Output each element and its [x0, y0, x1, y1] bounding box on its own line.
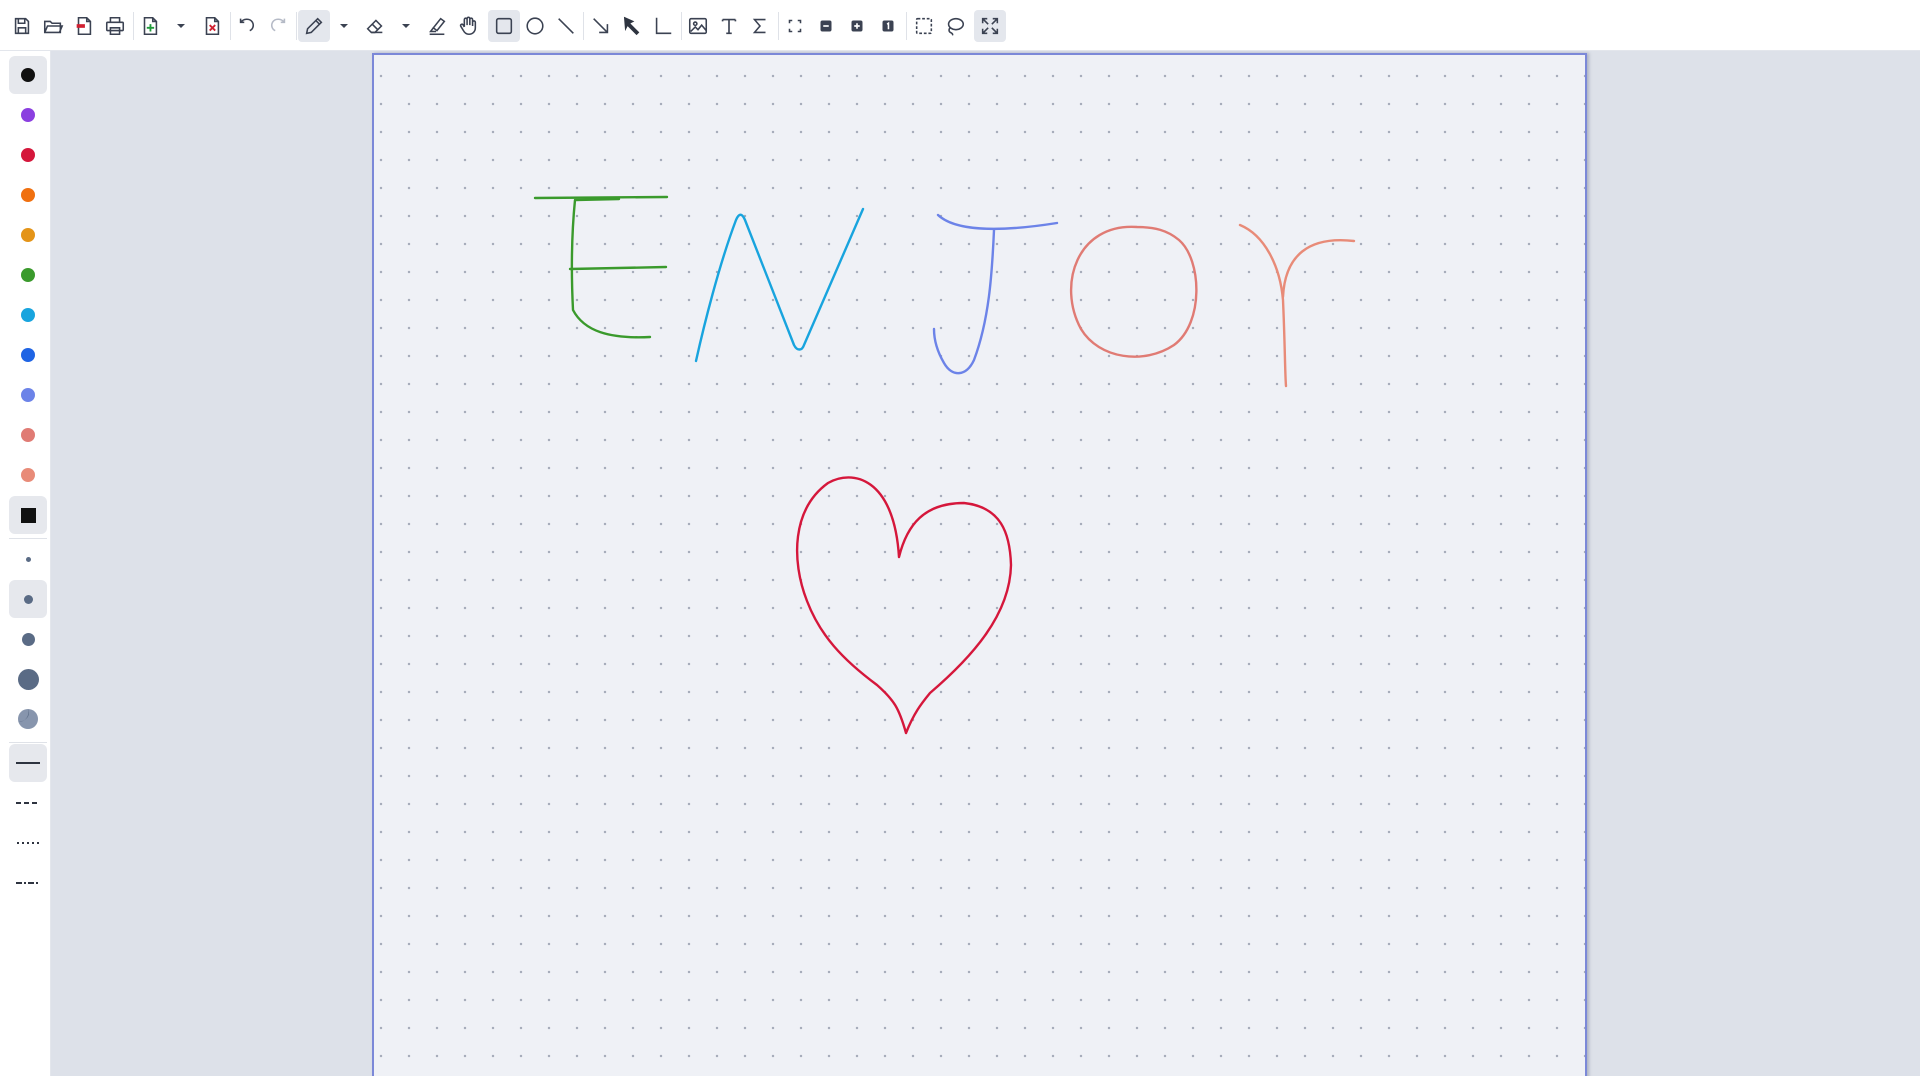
color-swatch-orange[interactable]	[9, 176, 47, 214]
save-icon[interactable]	[6, 10, 38, 42]
stroke-width-extra-thick[interactable]	[9, 660, 47, 698]
stroke-dot-icon	[25, 556, 31, 562]
solid-line-icon	[16, 762, 40, 764]
fill-solid-button[interactable]	[9, 496, 47, 534]
line-style-solid[interactable]	[9, 744, 47, 782]
line-style-dash-dot[interactable]	[9, 864, 47, 902]
stroke-width-thick[interactable]	[9, 620, 47, 658]
text-icon[interactable]	[713, 10, 745, 42]
ellipse-icon[interactable]	[519, 10, 551, 42]
undo-icon[interactable]	[231, 10, 263, 42]
color-swatch-purple[interactable]	[9, 96, 47, 134]
new-page-icon[interactable]	[134, 10, 166, 42]
color-swatch-crimson[interactable]	[9, 136, 47, 174]
image-icon[interactable]	[682, 10, 714, 42]
stroke-variable-pressure[interactable]	[9, 700, 47, 738]
stroke-dot-icon	[21, 632, 35, 646]
dotted-line-icon	[17, 842, 40, 844]
letter-n-stroke	[694, 207, 865, 363]
swatch-dot	[21, 188, 35, 202]
ink-layer	[533, 195, 1356, 735]
eraser-icon[interactable]	[359, 10, 391, 42]
delete-page-icon[interactable]	[196, 10, 228, 42]
swatch-dot	[21, 268, 35, 282]
print-icon[interactable]	[99, 10, 131, 42]
line-icon[interactable]	[550, 10, 582, 42]
swatch-dot	[21, 228, 35, 242]
swatch-dot	[21, 428, 35, 442]
zoom-in-icon[interactable]	[841, 10, 873, 42]
canvas-workspace	[51, 51, 1920, 1080]
redo-icon[interactable]	[262, 10, 294, 42]
bottom-edge	[0, 1076, 1920, 1080]
highlighter-icon[interactable]	[421, 10, 453, 42]
arrow-icon[interactable]	[585, 10, 617, 42]
color-swatch-green[interactable]	[9, 256, 47, 294]
swatch-dot	[21, 308, 35, 322]
lasso-select-icon[interactable]	[939, 10, 971, 42]
color-swatch-periwinkle[interactable]	[9, 376, 47, 414]
style-sidebar	[0, 51, 51, 1080]
dashed-line-icon	[16, 802, 40, 804]
swatch-dot	[21, 348, 35, 362]
line-style-dashed[interactable]	[9, 784, 47, 822]
color-swatch-blue[interactable]	[9, 336, 47, 374]
axis-icon[interactable]	[647, 10, 679, 42]
new-page-dropdown-icon[interactable]	[173, 10, 189, 42]
stroke-dot-icon	[17, 668, 39, 690]
swatch-dot	[21, 108, 35, 122]
color-swatch-salmon[interactable]	[9, 416, 47, 454]
heart-stroke	[795, 476, 1013, 735]
rect-select-icon[interactable]	[908, 10, 940, 42]
open-icon[interactable]	[37, 10, 69, 42]
rectangle-icon[interactable]	[488, 10, 520, 42]
letter-j-stroke	[932, 213, 1059, 375]
stroke-dot-icon	[23, 594, 33, 604]
color-swatch-sky-blue[interactable]	[9, 296, 47, 334]
fit-page-icon[interactable]	[779, 10, 811, 42]
swatch-dot	[21, 388, 35, 402]
stroke-width-medium[interactable]	[9, 580, 47, 618]
laser-pointer-icon[interactable]	[616, 10, 648, 42]
line-style-dotted[interactable]	[9, 824, 47, 862]
letter-o-stroke	[1069, 225, 1198, 358]
swatch-dot	[21, 468, 35, 482]
zoom-out-icon[interactable]	[810, 10, 842, 42]
actual-size-icon[interactable]	[872, 10, 904, 42]
stroke-width-thin[interactable]	[9, 540, 47, 578]
pen-icon[interactable]	[298, 10, 330, 42]
fill-square-icon	[20, 507, 36, 523]
fullscreen-icon[interactable]	[974, 10, 1006, 42]
hand-icon[interactable]	[452, 10, 484, 42]
drawing-page[interactable]	[372, 53, 1587, 1080]
color-swatch-light-salmon[interactable]	[9, 456, 47, 494]
main-toolbar	[0, 0, 1920, 51]
color-swatch-amber[interactable]	[9, 216, 47, 254]
swatch-dot	[21, 148, 35, 162]
eraser-dropdown-icon[interactable]	[398, 10, 414, 42]
swatch-dot	[21, 68, 35, 82]
pressure-icon	[18, 709, 38, 729]
letter-e-stroke	[533, 195, 669, 339]
pen-dropdown-icon[interactable]	[336, 10, 352, 42]
export-pdf-icon[interactable]	[68, 10, 100, 42]
color-swatch-black[interactable]	[9, 56, 47, 94]
formula-icon[interactable]	[744, 10, 776, 42]
letter-y-stroke	[1238, 223, 1356, 388]
dash-dot-line-icon	[16, 882, 40, 884]
